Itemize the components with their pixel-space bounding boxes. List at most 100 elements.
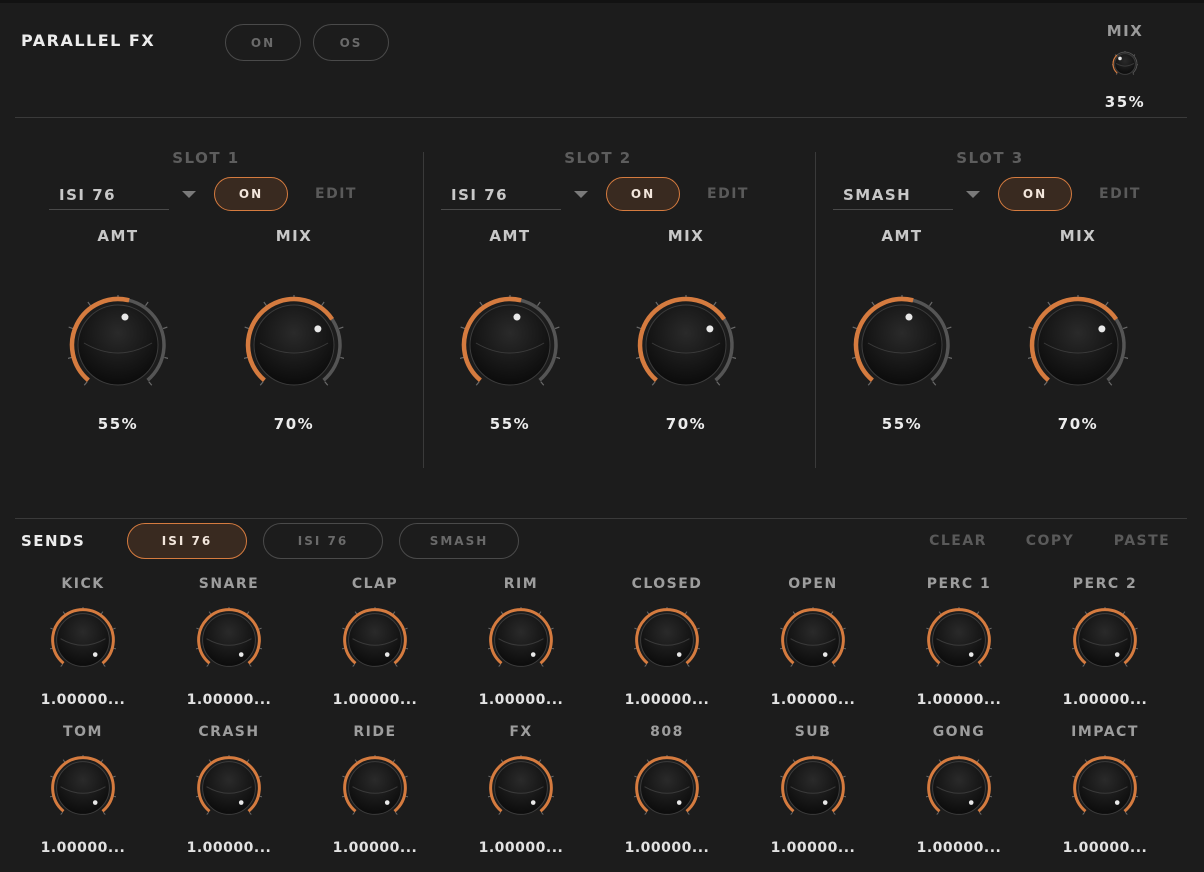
slot-1-mix-knob[interactable] [244, 295, 344, 395]
send-kick-knob[interactable] [50, 607, 116, 673]
slot-3-amt-knob[interactable] [852, 295, 952, 395]
send-gong-knob[interactable] [926, 755, 992, 821]
master-mix-label: MIX [1106, 22, 1144, 40]
slot-3-mix-value: 70% [1057, 415, 1099, 433]
master-mix-knob[interactable] [1112, 51, 1138, 77]
header-divider [15, 117, 1187, 118]
slot-3-amt-label: AMT [881, 227, 923, 245]
send-tom-value: 1.00000... [40, 840, 126, 856]
send-gong-value: 1.00000... [916, 840, 1002, 856]
slot-3-effect-name: SMASH [843, 186, 912, 204]
slot-divider-2 [815, 152, 816, 468]
send-808-knob[interactable] [634, 755, 700, 821]
send-crash-knob[interactable] [196, 755, 262, 821]
slot-3-edit-button[interactable]: EDIT [1090, 186, 1150, 202]
send-rim-value: 1.00000... [478, 692, 564, 708]
slot-1-effect-name: ISI 76 [59, 186, 117, 204]
send-rim-label: RIM [503, 576, 539, 592]
send-perc-2-knob[interactable] [1072, 607, 1138, 673]
send-open-knob[interactable] [780, 607, 846, 673]
master-mix-value: 35% [1104, 93, 1146, 111]
slot-1-title: SLOT 1 [172, 149, 240, 167]
slot-3-mix-knob[interactable] [1028, 295, 1128, 395]
send-sub-label: SUB [794, 724, 832, 740]
send-kick-value: 1.00000... [40, 692, 126, 708]
slot-3-mix-label: MIX [1059, 227, 1097, 245]
slot-1-mix-label: MIX [275, 227, 313, 245]
send-closed-knob[interactable] [634, 607, 700, 673]
send-clap-value: 1.00000... [332, 692, 418, 708]
slot-3-chevron-down-icon[interactable] [966, 191, 980, 198]
sends-tab-3[interactable]: SMASH [399, 523, 519, 559]
slot-1-amt-value: 55% [97, 415, 139, 433]
slot-3-on-button[interactable]: ON [998, 177, 1072, 211]
slot-1-on-button[interactable]: ON [214, 177, 288, 211]
slot-2-amt-label: AMT [489, 227, 531, 245]
send-fx-label: FX [509, 724, 533, 740]
slot-2-effect-dropdown[interactable]: ISI 76 [441, 180, 561, 210]
send-kick-label: KICK [61, 576, 105, 592]
send-ride-label: RIDE [353, 724, 397, 740]
slot-1-effect-dropdown[interactable]: ISI 76 [49, 180, 169, 210]
send-fx-knob[interactable] [488, 755, 554, 821]
oversampling-button[interactable]: OS [313, 24, 389, 61]
panel-title: PARALLEL FX [21, 31, 156, 50]
send-808-value: 1.00000... [624, 840, 710, 856]
send-tom-knob[interactable] [50, 755, 116, 821]
slot-1-edit-button[interactable]: EDIT [306, 186, 366, 202]
slot-2-amt-knob[interactable] [460, 295, 560, 395]
slot-3-amt-value: 55% [881, 415, 923, 433]
send-perc-1-value: 1.00000... [916, 692, 1002, 708]
slot-1-mix-value: 70% [273, 415, 315, 433]
slot-1-amt-label: AMT [97, 227, 139, 245]
send-perc-2-label: PERC 2 [1072, 576, 1138, 592]
slot-2-chevron-down-icon[interactable] [574, 191, 588, 198]
slot-1-chevron-down-icon[interactable] [182, 191, 196, 198]
send-crash-value: 1.00000... [186, 840, 272, 856]
slot-2-title: SLOT 2 [564, 149, 632, 167]
send-snare-label: SNARE [198, 576, 260, 592]
send-tom-label: TOM [63, 724, 103, 740]
sends-tab-1[interactable]: ISI 76 [127, 523, 247, 559]
send-808-label: 808 [650, 724, 684, 740]
send-gong-label: GONG [932, 724, 986, 740]
copy-button[interactable]: COPY [1020, 533, 1080, 549]
sends-divider [15, 518, 1187, 519]
top-border [0, 0, 1204, 3]
send-snare-knob[interactable] [196, 607, 262, 673]
send-impact-value: 1.00000... [1062, 840, 1148, 856]
send-snare-value: 1.00000... [186, 692, 272, 708]
send-perc-2-value: 1.00000... [1062, 692, 1148, 708]
paste-button[interactable]: PASTE [1110, 533, 1174, 549]
sends-tab-2[interactable]: ISI 76 [263, 523, 383, 559]
slot-3-effect-dropdown[interactable]: SMASH [833, 180, 953, 210]
send-ride-value: 1.00000... [332, 840, 418, 856]
send-closed-label: CLOSED [631, 576, 703, 592]
slot-2-edit-button[interactable]: EDIT [698, 186, 758, 202]
send-fx-value: 1.00000... [478, 840, 564, 856]
send-ride-knob[interactable] [342, 755, 408, 821]
send-open-label: OPEN [788, 576, 838, 592]
slot-2-effect-name: ISI 76 [451, 186, 509, 204]
send-crash-label: CRASH [198, 724, 260, 740]
slot-2-mix-label: MIX [667, 227, 705, 245]
send-clap-label: CLAP [351, 576, 399, 592]
send-perc-1-knob[interactable] [926, 607, 992, 673]
send-open-value: 1.00000... [770, 692, 856, 708]
send-rim-knob[interactable] [488, 607, 554, 673]
slot-2-mix-knob[interactable] [636, 295, 736, 395]
send-closed-value: 1.00000... [624, 692, 710, 708]
send-impact-knob[interactable] [1072, 755, 1138, 821]
slot-2-mix-value: 70% [665, 415, 707, 433]
slot-2-on-button[interactable]: ON [606, 177, 680, 211]
sends-title: SENDS [21, 532, 86, 550]
send-sub-knob[interactable] [780, 755, 846, 821]
send-sub-value: 1.00000... [770, 840, 856, 856]
send-clap-knob[interactable] [342, 607, 408, 673]
slot-1-amt-knob[interactable] [68, 295, 168, 395]
slot-2-amt-value: 55% [489, 415, 531, 433]
slot-divider-1 [423, 152, 424, 468]
slot-3-title: SLOT 3 [956, 149, 1024, 167]
clear-button[interactable]: CLEAR [926, 533, 990, 549]
parallel-on-button[interactable]: ON [225, 24, 301, 61]
